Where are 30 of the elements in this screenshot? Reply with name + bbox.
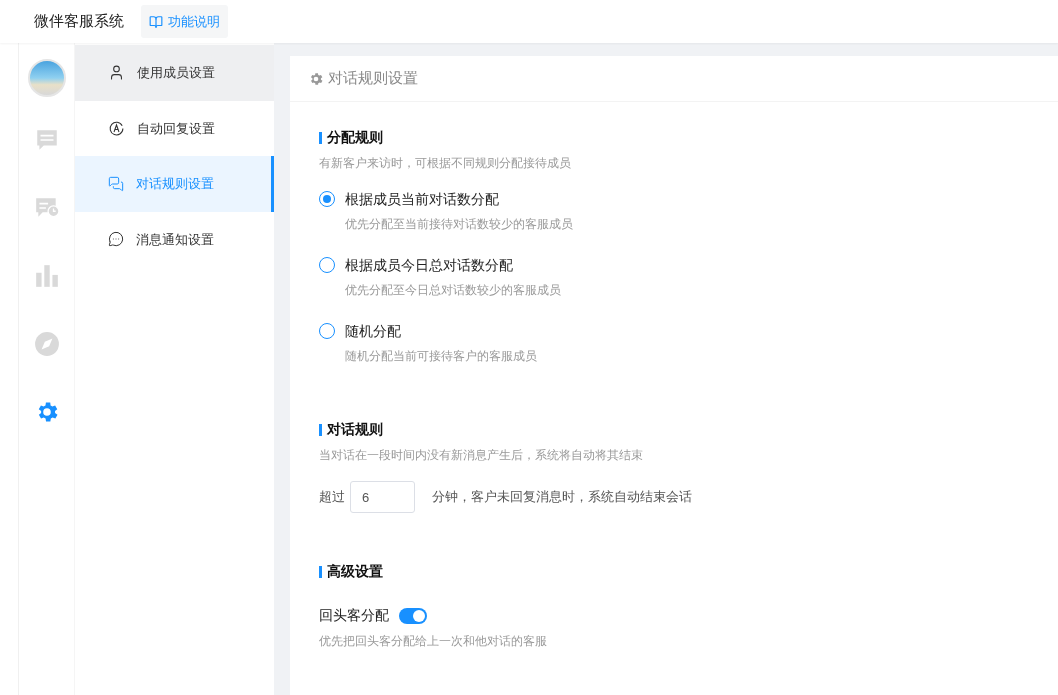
heading-marker — [319, 131, 322, 144]
book-icon — [149, 14, 163, 29]
section-description: 当对话在一段时间内没有新消息产生后，系统将自动将其结束 — [319, 447, 644, 464]
user-icon — [108, 64, 125, 82]
option-hint: 优先分配至今日总对话数较少的客服成员 — [345, 282, 561, 299]
settings-icon — [308, 70, 324, 87]
timeout-suffix: 分钟，客户未回复消息时，系统自动结束会话 — [432, 488, 692, 507]
heading-marker — [319, 565, 322, 578]
avatar[interactable] — [27, 59, 66, 97]
heading-marker — [319, 423, 322, 436]
timeout-prefix: 超过 — [319, 488, 345, 507]
section-description: 有新客户来访时，可根据不同规则分配接待成员 — [319, 155, 572, 172]
radio-label[interactable]: 根据成员当前对话数分配 — [345, 189, 573, 210]
chat-bubble-icon — [108, 231, 124, 248]
letter-a-circle-icon — [108, 119, 125, 137]
radio-label[interactable]: 根据成员今日总对话数分配 — [345, 255, 561, 276]
minutes-input[interactable]: 6 — [350, 481, 415, 513]
toggle-switch[interactable] — [399, 607, 427, 624]
option-hint: 优先分配至当前接待对话数较少的客服成员 — [345, 216, 573, 233]
section-heading: 高级设置 — [327, 562, 383, 581]
toggle-label: 回头客分配 — [319, 606, 389, 625]
menu-item[interactable]: 使用成员设置 — [75, 45, 274, 101]
section-heading: 分配规则 — [327, 128, 383, 147]
radio-label[interactable]: 随机分配 — [345, 321, 537, 342]
panel-title: 对话规则设置 — [328, 68, 418, 89]
option-hint: 随机分配当前可接待客户的客服成员 — [345, 348, 537, 365]
chat-bubbles-icon — [108, 175, 124, 192]
section-heading: 对话规则 — [327, 420, 383, 439]
app-title: 微伴客服系统 — [34, 11, 124, 32]
toggle-hint: 优先把回头客分配给上一次和他对话的客服 — [319, 633, 548, 650]
